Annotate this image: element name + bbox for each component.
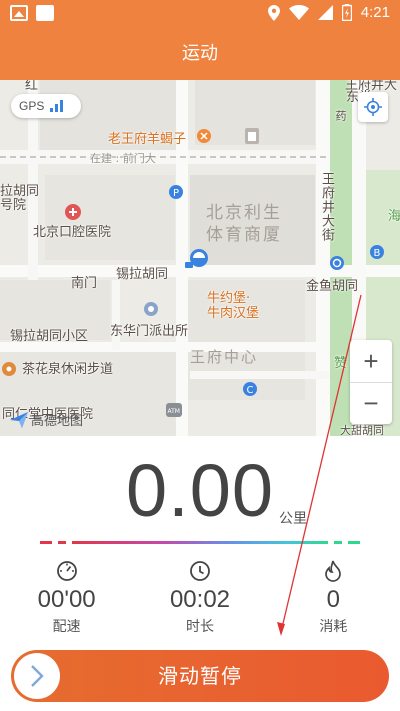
map-label: 茶花泉休闲步道: [22, 362, 114, 377]
map-label: 金鱼胡同: [306, 279, 359, 294]
place-icon: [2, 362, 16, 376]
zoom-in-button[interactable]: +: [350, 340, 392, 382]
distance-value: 0.00: [125, 449, 275, 532]
current-location-marker: [185, 249, 208, 268]
map-label: 锡拉胡同: [116, 267, 169, 282]
map-label: 大甜胡同: [340, 424, 384, 436]
svg-text:ATM: ATM: [168, 408, 180, 415]
svg-text:P: P: [173, 188, 179, 199]
map-label: 药: [334, 110, 347, 122]
map-label: 北京口腔医院: [33, 225, 112, 240]
restaurant-icon: [197, 129, 211, 143]
map-label: 体育商厦: [206, 225, 282, 245]
status-time: 4:21: [360, 4, 390, 21]
map-label: 锡拉胡同小区: [10, 329, 89, 344]
distance-unit: 公里: [279, 511, 307, 527]
location-icon: [267, 4, 280, 21]
wifi-icon: [288, 5, 309, 20]
bank-icon: B: [370, 245, 384, 259]
duration-value: 00:02: [169, 586, 231, 613]
locate-button[interactable]: [358, 92, 388, 122]
pace-gradient-line: [40, 541, 360, 544]
stat-duration: 00:02 时长: [133, 558, 266, 648]
flame-icon: [325, 560, 342, 582]
duration-label: 时长: [185, 619, 214, 635]
map-label: 海: [388, 209, 400, 224]
image-icon: [10, 5, 28, 21]
map-label: 王府中心: [190, 348, 259, 366]
slide-to-pause[interactable]: 滑动暂停: [11, 650, 389, 702]
status-bar: 4:21: [0, 0, 400, 28]
subway-icon: [330, 256, 344, 270]
atm-icon: ATM: [166, 403, 182, 417]
calories-label: 消耗: [319, 619, 348, 635]
map-provider-label: 高德地图: [31, 414, 84, 429]
distance-panel: 0.00 公里: [0, 448, 400, 538]
pace-value: 00'00: [37, 586, 96, 613]
stats-row: 00'00 配速 00:02 时长 0 消耗: [0, 558, 400, 648]
svg-text:B: B: [374, 248, 381, 259]
map-label: 东华门派出所: [110, 324, 189, 339]
building-icon: [245, 128, 259, 144]
svg-text:C: C: [247, 385, 254, 396]
signal-icon: [317, 5, 333, 20]
crosshair-icon: [364, 98, 382, 116]
hospital-icon: [65, 204, 81, 220]
gps-signal-badge: GPS: [11, 94, 81, 118]
clock-icon: [190, 561, 210, 581]
map-label: 在建 : 前门大: [90, 152, 156, 165]
signal-bars-icon: [50, 100, 64, 112]
map-label: 王府井大街: [319, 172, 334, 242]
map-label: 号院: [0, 198, 27, 213]
stat-pace: 00'00 配速: [0, 558, 133, 648]
police-icon: [144, 302, 158, 316]
zoom-controls: + −: [350, 340, 392, 424]
stat-calories: 0 消耗: [267, 558, 400, 648]
map-label: 赞: [334, 356, 348, 371]
page-title: 运动: [0, 28, 400, 80]
map-logo: 高德地图: [10, 410, 83, 429]
gps-label: GPS: [19, 99, 45, 113]
slider-handle[interactable]: [14, 653, 60, 699]
battery-charging-icon: [341, 4, 352, 21]
map-label: 红: [25, 80, 39, 93]
map-view[interactable]: 王府井大 东堂 红 药 老王府羊蝎子 在建 : 前门大 拉胡同 号院 北京口腔医…: [0, 80, 400, 436]
calories-value: 0: [326, 586, 340, 613]
map-label: 老王府羊蝎子: [108, 132, 187, 147]
slide-label: 滑动暂停: [158, 664, 242, 688]
zoom-out-button[interactable]: −: [350, 382, 392, 424]
gaode-logo-icon: [10, 411, 28, 428]
speedometer-icon: [56, 561, 77, 581]
bus-icon: C: [243, 382, 257, 396]
map-label: 南门: [71, 276, 98, 291]
pace-label: 配速: [52, 619, 81, 635]
chevron-right-icon: [31, 665, 44, 687]
map-label: 牛肉汉堡: [207, 306, 260, 321]
parking-icon: P: [169, 185, 183, 199]
square-icon: [36, 5, 54, 21]
